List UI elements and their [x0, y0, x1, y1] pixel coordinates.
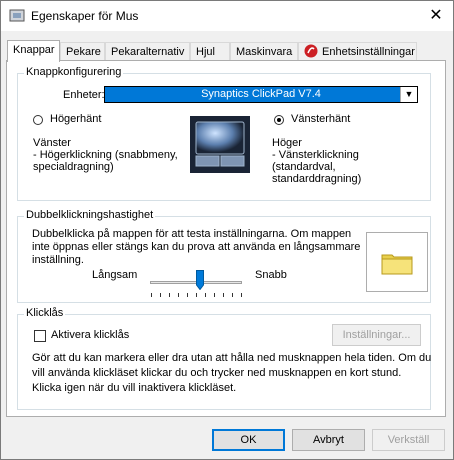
right-button-desc-3: standarddragning) [272, 173, 362, 185]
click-lock-checkbox[interactable] [34, 330, 46, 342]
left-handed-label: Vänsterhänt [291, 113, 351, 125]
click-lock-checkbox-label: Aktivera klicklås [51, 329, 130, 341]
tab-hjul[interactable]: Hjul [190, 42, 230, 60]
chevron-down-icon: ▼ [400, 87, 417, 102]
right-button-desc-2: (standardval, [272, 161, 336, 173]
right-button-title: Höger [272, 137, 302, 149]
device-select[interactable]: Synaptics ClickPad V7.4 ▼ [104, 86, 418, 103]
slow-label: Långsam [92, 269, 138, 281]
slider-thumb[interactable] [195, 270, 204, 290]
device-label: Enheter: [63, 89, 105, 101]
double-click-title: Dubbelklickningshastighet [24, 209, 156, 221]
close-button[interactable]: ✕ [419, 1, 453, 31]
click-lock-desc-3: Klicka igen när du vill inaktivera klick… [32, 382, 237, 394]
click-lock-desc-2: vill använda klickläset klickar du och t… [32, 367, 402, 379]
right-handed-radio[interactable] [33, 115, 43, 125]
test-folder-area[interactable] [366, 232, 428, 292]
folder-icon[interactable] [381, 251, 413, 275]
tab-pekare[interactable]: Pekare [60, 42, 105, 60]
cancel-button[interactable]: Avbryt [292, 429, 365, 451]
click-lock-title: Klicklås [24, 307, 66, 319]
double-click-desc-2: inte öppnas eller stängs kan du prova at… [32, 241, 361, 253]
left-button-title: Vänster [33, 137, 71, 149]
tab-pekaralternativ[interactable]: Pekaralternativ [105, 42, 190, 60]
click-lock-desc-1: Gör att du kan markera eller dra utan at… [32, 352, 432, 364]
mouse-settings-icon [9, 9, 25, 22]
tab-strip: Knappar Pekare Pekaralternativ Hjul Mask… [7, 40, 447, 62]
apply-button[interactable]: Verkställ [372, 429, 445, 451]
right-button-desc-1: - Vänsterklickning [272, 149, 359, 161]
tab-maskinvara[interactable]: Maskinvara [230, 42, 298, 60]
window-title: Egenskaper för Mus [31, 9, 139, 23]
tab-knappar[interactable]: Knappar [7, 40, 60, 62]
button-configuration-title: Knappkonfigurering [24, 66, 124, 78]
close-icon: ✕ [429, 7, 443, 24]
double-click-desc-1: Dubbelklicka på mappen för att testa ins… [32, 228, 352, 240]
right-handed-label: Högerhänt [50, 113, 102, 125]
clickpad-image [190, 116, 250, 173]
device-select-value: Synaptics ClickPad V7.4 [201, 88, 321, 100]
left-button-desc-1: - Högerklickning (snabbmeny, [33, 149, 178, 161]
title-bar: Egenskaper för Mus ✕ [1, 1, 453, 31]
tab-enhetsinstallningar[interactable]: Enhetsinställningar [298, 42, 417, 60]
left-button-desc-2: specialdragning) [33, 161, 114, 173]
fast-label: Snabb [255, 269, 287, 281]
synaptics-icon [304, 44, 318, 58]
left-handed-radio[interactable] [274, 115, 284, 125]
double-click-desc-3: inställning. [32, 254, 84, 266]
click-lock-settings-button[interactable]: Inställningar... [332, 324, 421, 346]
ok-button[interactable]: OK [212, 429, 285, 451]
